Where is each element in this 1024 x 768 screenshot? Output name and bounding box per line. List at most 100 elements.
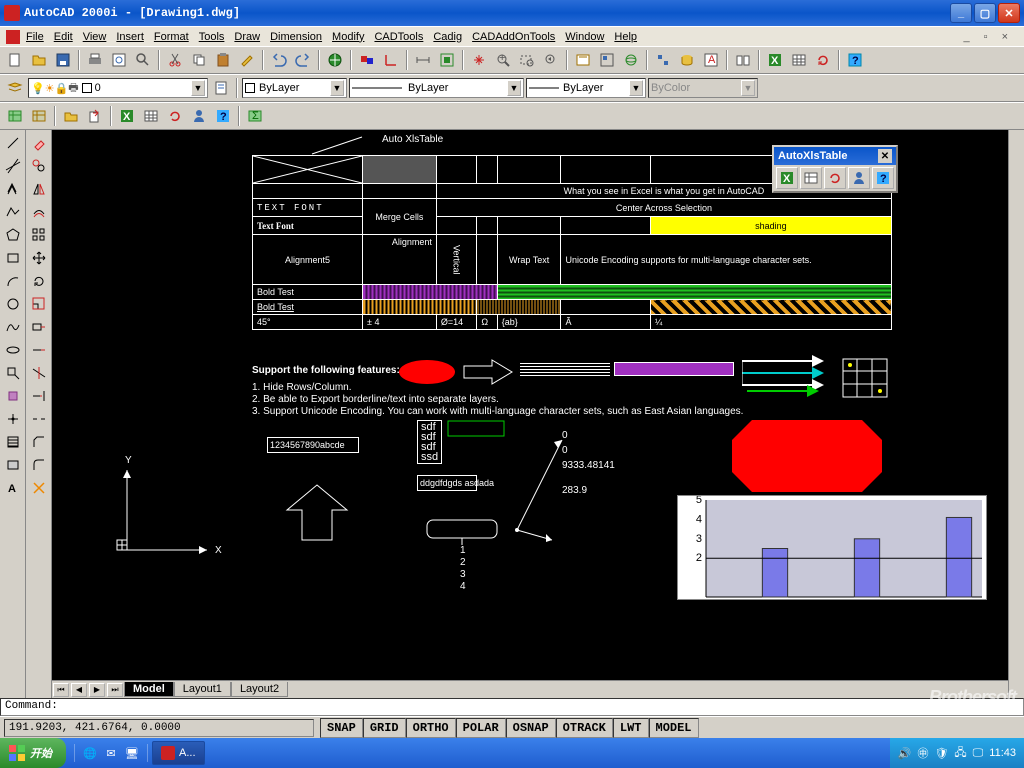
line-button[interactable]: [2, 132, 24, 154]
open-button[interactable]: [28, 49, 50, 71]
menu-cadaddontools[interactable]: CADAddOnTools: [472, 31, 555, 43]
cut-button[interactable]: [164, 49, 186, 71]
arc-button[interactable]: [2, 270, 24, 292]
aerial-button[interactable]: [572, 49, 594, 71]
xls-open-button[interactable]: [60, 105, 82, 127]
fb-refresh-button[interactable]: [824, 167, 846, 189]
make-block-button[interactable]: [2, 385, 24, 407]
scale-button[interactable]: [28, 293, 50, 315]
tracking-button[interactable]: [356, 49, 378, 71]
layer-manager-button[interactable]: [4, 77, 26, 99]
xls-help-button[interactable]: ?: [212, 105, 234, 127]
layer-dropdown-arrow[interactable]: ▼: [191, 80, 205, 96]
point-button[interactable]: [2, 408, 24, 430]
xls-edit-button[interactable]: X: [116, 105, 138, 127]
insert-block-button[interactable]: [2, 362, 24, 384]
layer-combo[interactable]: 💡 ☀ 🔒 🖶 0 ▼: [28, 78, 208, 98]
tab-last[interactable]: ⏭: [107, 683, 123, 697]
polygon-button[interactable]: [2, 224, 24, 246]
floatbar-close[interactable]: ✕: [878, 149, 892, 163]
extend-button[interactable]: [28, 385, 50, 407]
fb-excel-button[interactable]: X: [776, 167, 798, 189]
mdi-close[interactable]: ×: [1002, 31, 1008, 43]
trim-button[interactable]: [28, 362, 50, 384]
fb-user-button[interactable]: [848, 167, 870, 189]
adcenter-button[interactable]: [732, 49, 754, 71]
menu-view[interactable]: View: [83, 31, 107, 43]
menu-modify[interactable]: Modify: [332, 31, 364, 43]
excel-button[interactable]: X: [764, 49, 786, 71]
vscrollbar[interactable]: [1008, 130, 1024, 698]
menu-cadig[interactable]: Cadig: [433, 31, 462, 43]
menu-insert[interactable]: Insert: [116, 31, 144, 43]
menu-edit[interactable]: Edit: [54, 31, 73, 43]
pan-button[interactable]: [468, 49, 490, 71]
dist-button[interactable]: [412, 49, 434, 71]
tray-net-icon[interactable]: 🖧: [954, 744, 966, 763]
copy-obj-button[interactable]: [28, 155, 50, 177]
explode-button[interactable]: [28, 477, 50, 499]
ql-mail-icon[interactable]: ✉: [102, 744, 120, 762]
drawing-canvas[interactable]: Auto XlsTable What you see in Excel is w…: [52, 130, 1008, 680]
xls-new-button[interactable]: [4, 105, 26, 127]
paste-button[interactable]: [212, 49, 234, 71]
circle-button[interactable]: [2, 293, 24, 315]
mode-polar[interactable]: POLAR: [456, 718, 506, 738]
zoom-prev-button[interactable]: [540, 49, 562, 71]
xls-refresh-button[interactable]: [164, 105, 186, 127]
mtext-button[interactable]: A: [2, 477, 24, 499]
mdi-restore[interactable]: ▫: [984, 31, 988, 43]
new-button[interactable]: [4, 49, 26, 71]
tab-layout2[interactable]: Layout2: [231, 682, 288, 697]
menu-cadtools[interactable]: CADTools: [374, 31, 423, 43]
mode-grid[interactable]: GRID: [363, 718, 406, 738]
chamfer-button[interactable]: [28, 431, 50, 453]
zoom-realtime-button[interactable]: +: [492, 49, 514, 71]
redraw-button[interactable]: [436, 49, 458, 71]
close-button[interactable]: ✕: [998, 3, 1020, 23]
refresh-button[interactable]: [812, 49, 834, 71]
menu-window[interactable]: Window: [565, 31, 604, 43]
rectangle-button[interactable]: [2, 247, 24, 269]
menu-format[interactable]: Format: [154, 31, 189, 43]
tray-lang-icon[interactable]: ㊥: [917, 745, 928, 761]
menu-tools[interactable]: Tools: [199, 31, 225, 43]
lineweight-dropdown-arrow[interactable]: ▼: [629, 80, 643, 96]
grips-button[interactable]: [652, 49, 674, 71]
break-button[interactable]: [28, 408, 50, 430]
tray-volume-icon[interactable]: 🔊: [898, 747, 912, 760]
xls-export-button[interactable]: [84, 105, 106, 127]
region-button[interactable]: [2, 454, 24, 476]
offset-button[interactable]: [28, 201, 50, 223]
tab-prev[interactable]: ◀: [71, 683, 87, 697]
mline-button[interactable]: [2, 178, 24, 200]
tab-layout1[interactable]: Layout1: [174, 682, 231, 697]
undo-button[interactable]: [268, 49, 290, 71]
mode-lwt[interactable]: LWT: [613, 718, 649, 738]
copy-button[interactable]: [188, 49, 210, 71]
print-preview-button[interactable]: [108, 49, 130, 71]
menu-dimension[interactable]: Dimension: [270, 31, 322, 43]
hatch-button[interactable]: [2, 431, 24, 453]
fb-help-button[interactable]: ?: [872, 167, 894, 189]
move-button[interactable]: [28, 247, 50, 269]
start-button[interactable]: 开始: [0, 738, 66, 768]
3dorbit-button[interactable]: [620, 49, 642, 71]
xls-user-button[interactable]: [188, 105, 210, 127]
find-button[interactable]: [132, 49, 154, 71]
lineweight-combo[interactable]: ByLayer ▼: [526, 78, 646, 98]
stretch-button[interactable]: [28, 316, 50, 338]
save-button[interactable]: [52, 49, 74, 71]
mode-model[interactable]: MODEL: [649, 718, 699, 738]
color-dropdown-arrow[interactable]: ▼: [330, 80, 344, 96]
help-button[interactable]: ?: [844, 49, 866, 71]
properties-button[interactable]: A: [700, 49, 722, 71]
mode-ortho[interactable]: ORTHO: [406, 718, 456, 738]
ucs-button[interactable]: [380, 49, 402, 71]
command-line[interactable]: Command:: [0, 698, 1024, 716]
maximize-button[interactable]: ▢: [974, 3, 996, 23]
mode-otrack[interactable]: OTRACK: [556, 718, 613, 738]
color-combo[interactable]: ByLayer ▼: [242, 78, 347, 98]
floatbar-title[interactable]: AutoXlsTable ✕: [774, 147, 896, 165]
menu-file[interactable]: File: [26, 31, 44, 43]
